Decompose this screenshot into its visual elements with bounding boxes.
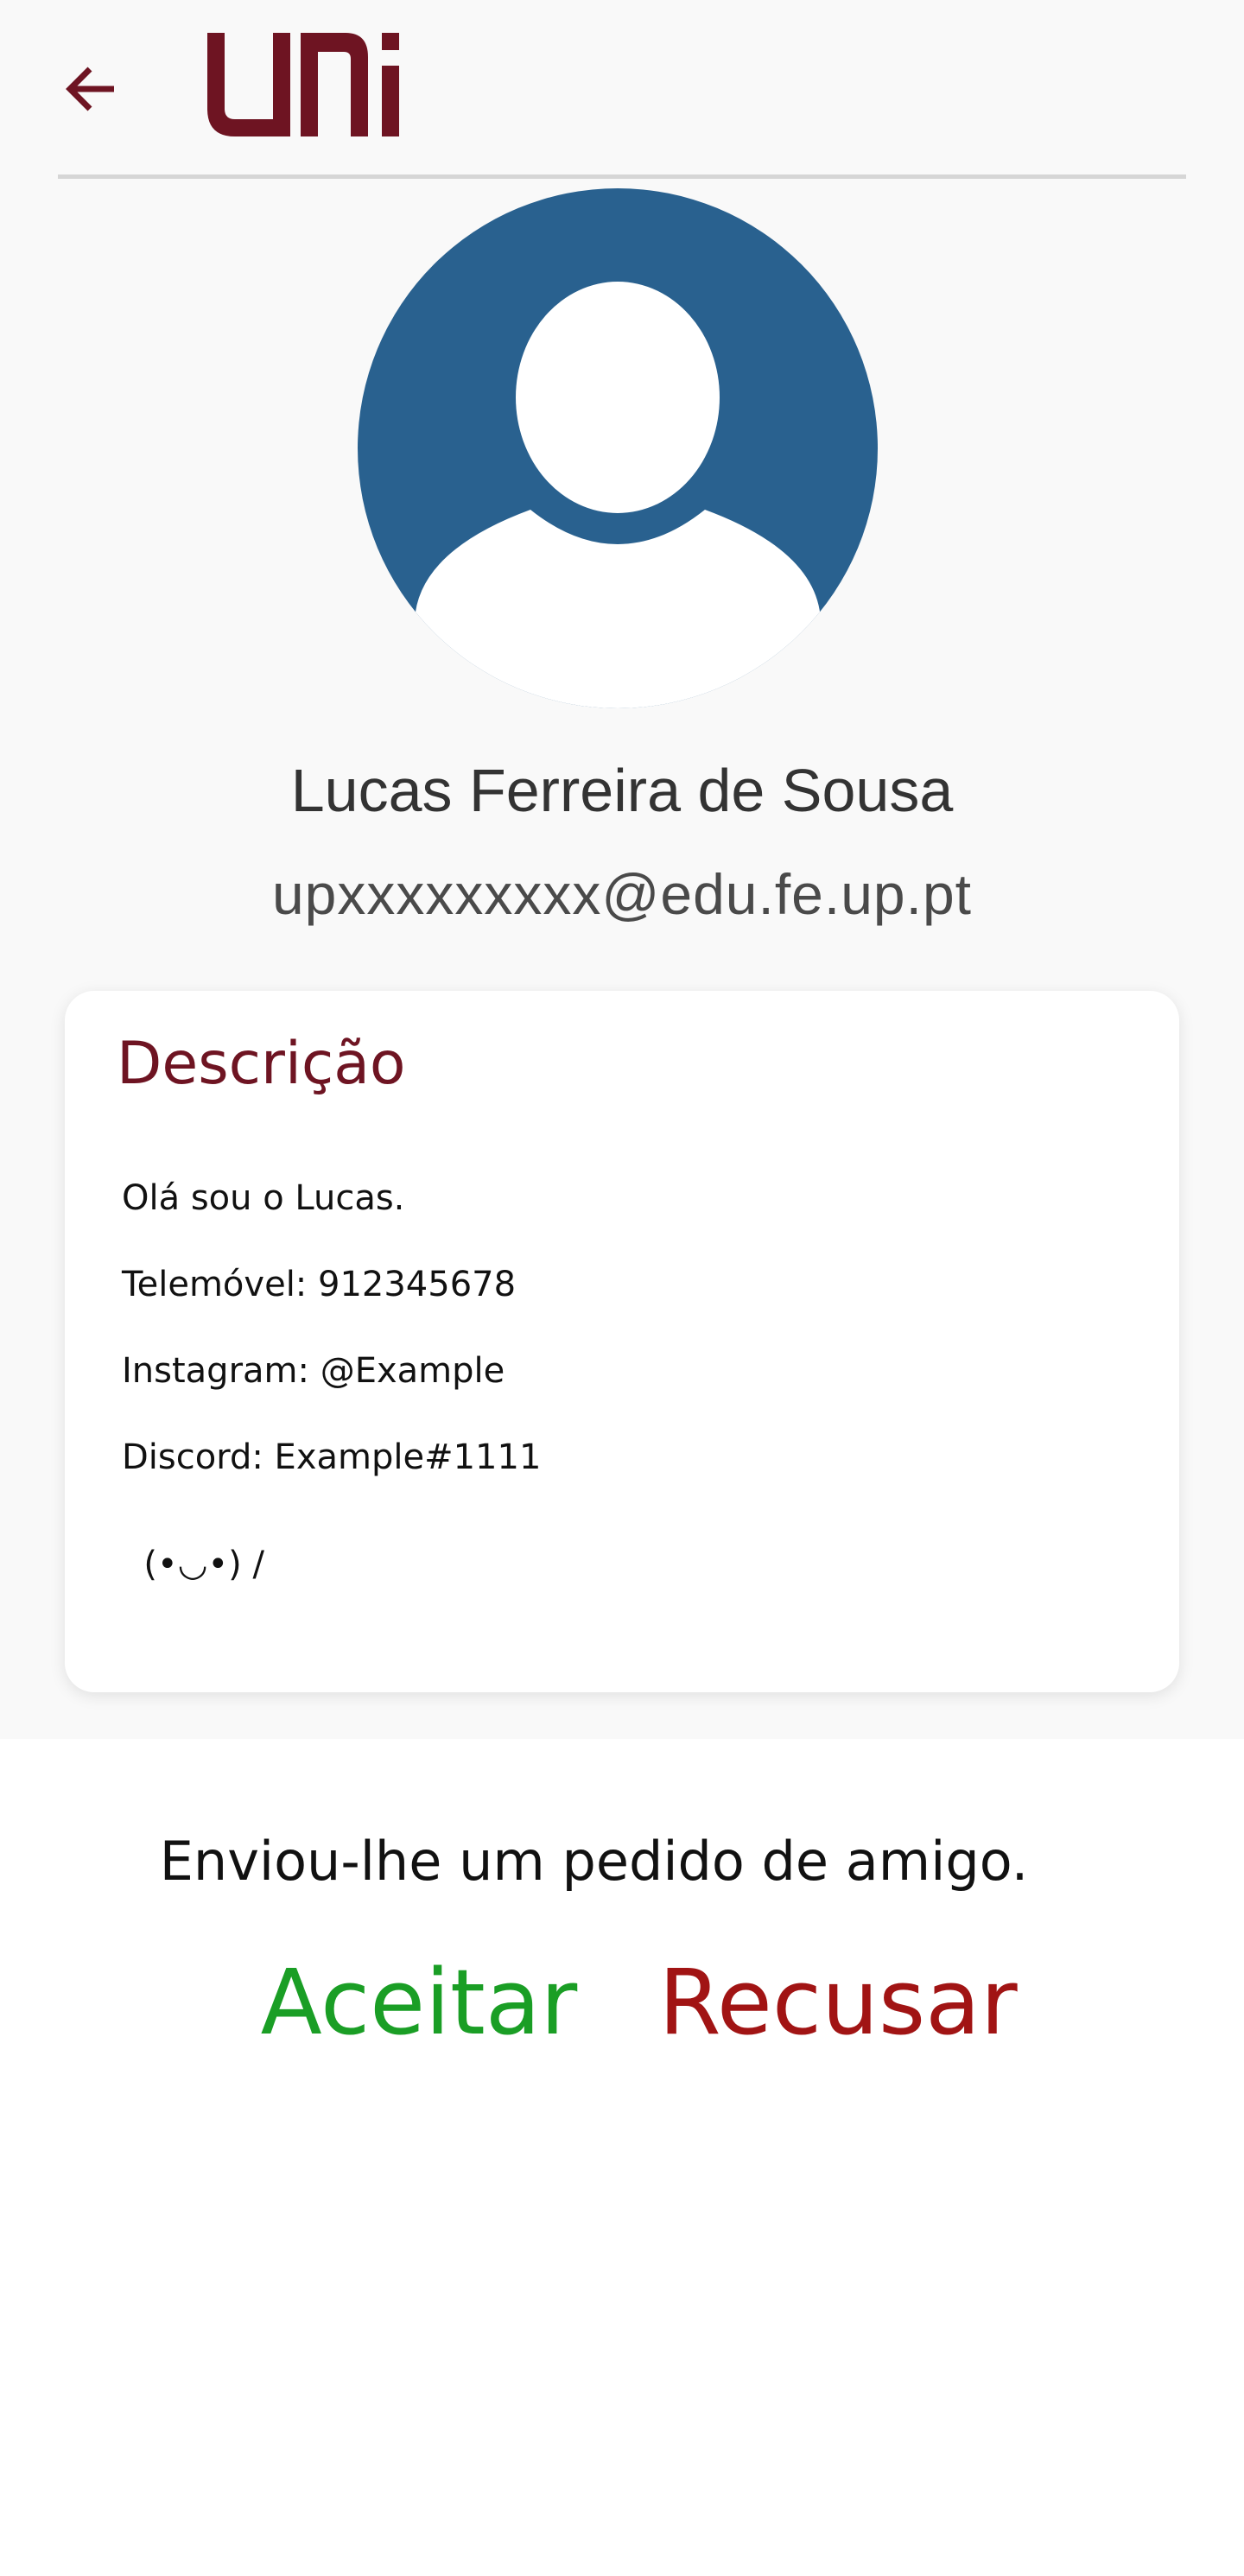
description-line: Olá sou o Lucas. xyxy=(122,1178,405,1218)
description-text: Olá sou o Lucas. Telemóvel: 912345678 In… xyxy=(122,1172,1124,1625)
decline-button[interactable]: Recusar xyxy=(657,1946,1019,2059)
description-title: Descrição xyxy=(117,1030,406,1098)
friend-request-message: Enviou-lhe um pedido de amigo. xyxy=(159,1830,1029,1893)
uni-logo xyxy=(207,33,399,136)
description-line: Discord: Example#1111 xyxy=(122,1437,542,1477)
description-line: (•◡•) / xyxy=(122,1545,264,1584)
app-header xyxy=(0,0,1244,181)
description-card: Descrição Olá sou o Lucas. Telemóvel: 91… xyxy=(65,991,1179,1692)
description-line: Telemóvel: 912345678 xyxy=(122,1265,517,1304)
accept-button[interactable]: Aceitar xyxy=(251,1946,587,2059)
profile-name: Lucas Ferreira de Sousa xyxy=(290,757,954,824)
arrow-left-icon xyxy=(66,67,114,111)
header-divider xyxy=(58,174,1186,179)
description-line: Instagram: @Example xyxy=(122,1351,505,1391)
profile-email: upxxxxxxxxx@edu.fe.up.pt xyxy=(271,862,973,926)
user-avatar-icon xyxy=(358,188,878,708)
back-button[interactable] xyxy=(54,52,128,126)
